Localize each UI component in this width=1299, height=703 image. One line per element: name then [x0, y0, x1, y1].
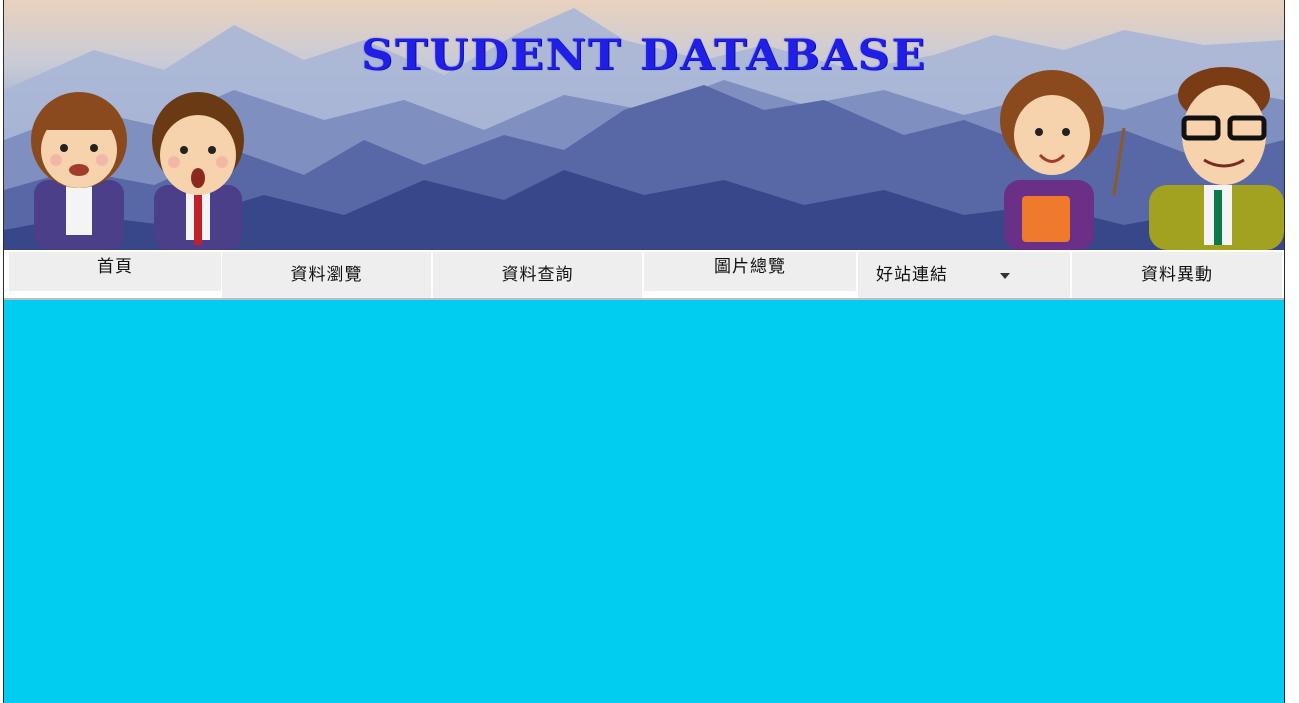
student-boy-illustration — [152, 92, 244, 250]
nav-item-browse-data[interactable]: 資料瀏覽 — [222, 252, 431, 298]
nav-item-modify-data[interactable]: 資料異動 — [1072, 252, 1282, 298]
student-girl-illustration — [31, 92, 127, 250]
nav-item-useful-links-label: 好站連結 — [876, 265, 948, 285]
page-frame: STUDENT DATABASE 首頁 資料瀏覽 資料查詢 圖片總覽 好站連結 … — [3, 0, 1285, 703]
chevron-down-icon — [1000, 273, 1010, 279]
site-title: STUDENT DATABASE — [361, 31, 927, 80]
nav-item-useful-links-dropdown[interactable]: 好站連結 — [858, 252, 1070, 298]
main-content-area — [4, 300, 1284, 703]
main-nav: 首頁 資料瀏覽 資料查詢 圖片總覽 好站連結 資料異動 — [4, 250, 1284, 300]
nav-item-photo-overview[interactable]: 圖片總覽 — [644, 252, 856, 291]
nav-item-query-data[interactable]: 資料查詢 — [433, 252, 642, 298]
nav-item-home[interactable]: 首頁 — [9, 252, 221, 291]
header-banner: STUDENT DATABASE — [4, 0, 1284, 251]
